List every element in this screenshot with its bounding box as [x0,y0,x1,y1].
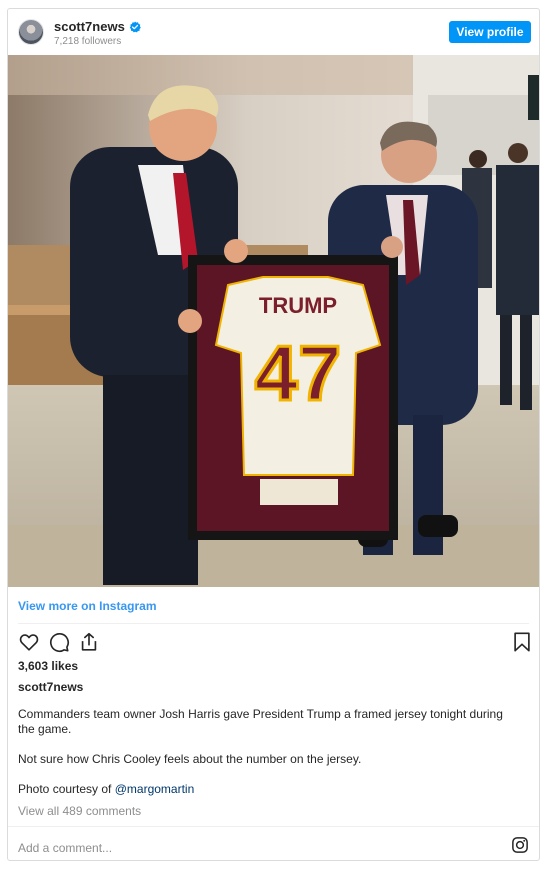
view-profile-button[interactable]: View profile [449,21,531,43]
caption-text-2: Not sure how Chris Cooley feels about th… [18,752,362,766]
likes-count[interactable]: 3,603 likes [18,659,78,673]
divider [18,623,529,624]
caption: Commanders team owner Josh Harris gave P… [18,707,518,812]
user-info: scott7news 7,218 followers [54,19,141,47]
view-all-comments-link[interactable]: View all 489 comments [18,804,141,818]
heart-icon[interactable] [18,631,40,653]
view-more-on-instagram-link[interactable]: View more on Instagram [18,599,157,613]
jersey-name: TRUMP [259,293,337,318]
post-photo[interactable]: TRUMP 47 [8,55,539,587]
mention-link[interactable]: @margomartin [115,782,195,796]
follower-count: 7,218 followers [54,36,122,47]
avatar[interactable] [18,19,44,45]
add-comment-input[interactable]: Add a comment... [18,841,112,855]
username-link[interactable]: scott7news [54,19,125,34]
share-icon[interactable] [78,631,100,653]
caption-text-1: Commanders team owner Josh Harris gave P… [18,707,503,736]
jersey-number: 47 [255,329,342,417]
instagram-icon[interactable] [511,836,529,854]
post-photo-image: TRUMP 47 [8,55,539,587]
caption-credit: Photo courtesy of @margomartin [18,782,518,797]
post-header: scott7news 7,218 followers View profile [8,9,539,55]
bookmark-icon[interactable] [511,631,533,653]
caption-credit-prefix: Photo courtesy of [18,782,112,796]
action-bar [18,631,531,655]
verified-badge-icon [129,21,141,32]
framed-jersey: TRUMP 47 [188,255,398,540]
divider [8,826,539,827]
caption-username[interactable]: scott7news [18,680,83,694]
comment-icon[interactable] [48,631,70,653]
instagram-embed-card: scott7news 7,218 followers View profile [7,8,540,861]
username-row: scott7news [54,19,141,34]
